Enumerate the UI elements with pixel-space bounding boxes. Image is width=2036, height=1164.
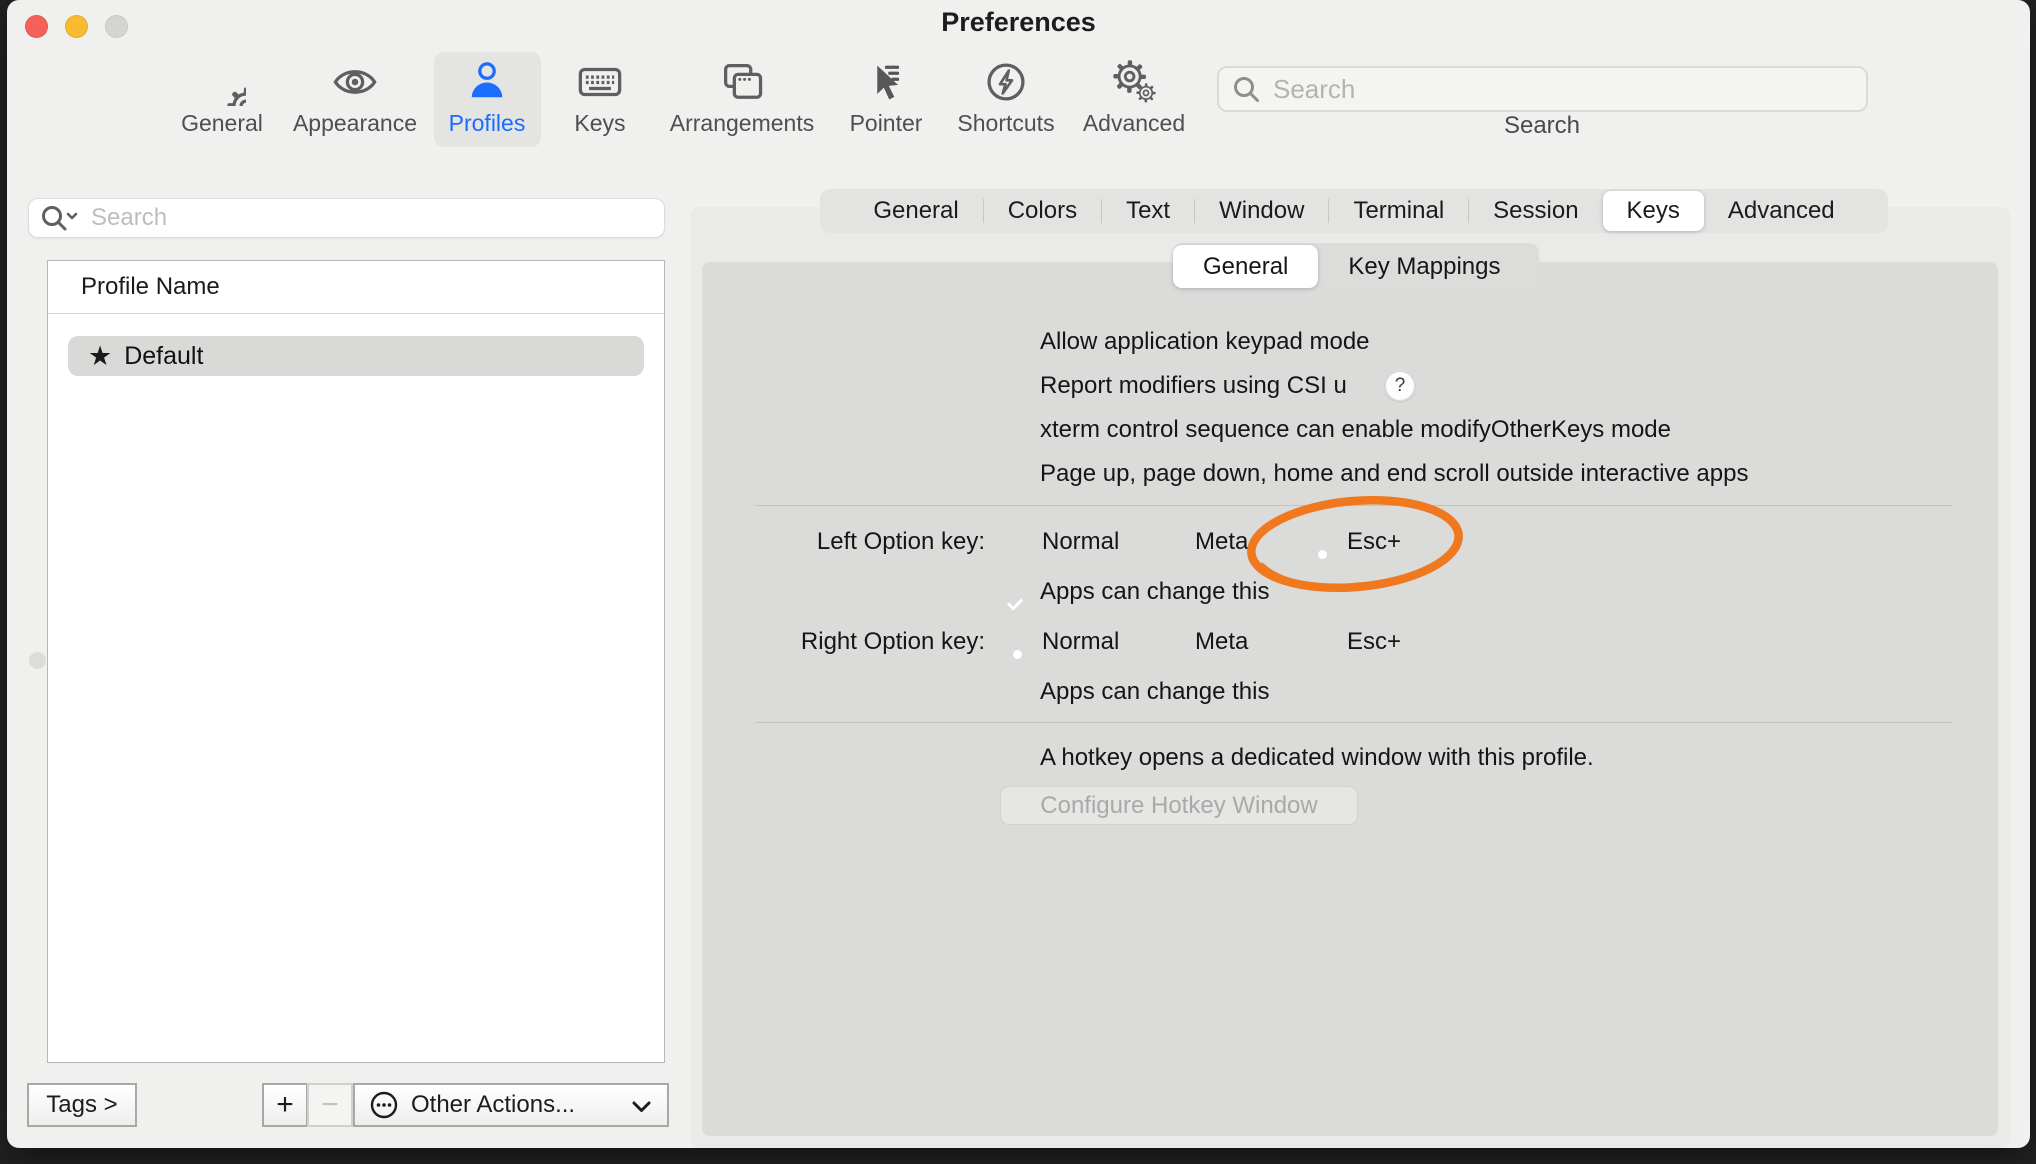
preferences-window: Preferences General Appearance Profiles: [7, 0, 2030, 1148]
option-label: Apps can change this: [1040, 678, 1270, 706]
profile-name: Default: [124, 342, 203, 371]
tab-terminal[interactable]: Terminal: [1329, 191, 1468, 231]
left-option-key-row: Left Option key: Normal Meta Esc+: [702, 525, 1998, 559]
toolbar-item-label: Advanced: [1054, 110, 1214, 137]
option-row[interactable]: Report modifiers using CSI u ?: [702, 369, 1998, 403]
subtab-general[interactable]: General: [1173, 245, 1318, 288]
eye-icon: [331, 58, 379, 106]
right-option-key-row: Right Option key: Normal Meta Esc+: [702, 625, 1998, 659]
toolbar-item-keys[interactable]: Keys: [520, 52, 680, 148]
bolt-icon: [982, 58, 1030, 106]
help-button[interactable]: ?: [1385, 371, 1415, 401]
profile-row-default[interactable]: ★ Default: [68, 336, 644, 376]
option-label: Apps can change this: [1040, 578, 1270, 606]
other-actions-label: Other Actions...: [411, 1091, 575, 1119]
circle-ellipsis-icon: [369, 1090, 399, 1120]
tab-general[interactable]: General: [849, 191, 982, 231]
person-icon: [463, 58, 511, 106]
toolbar-item-label: Keys: [520, 110, 680, 137]
toolbar-item-advanced[interactable]: Advanced: [1054, 52, 1214, 148]
cursor-icon: [862, 58, 910, 106]
right-apps-row[interactable]: Apps can change this: [702, 675, 1998, 709]
radio-label: Normal: [1042, 628, 1119, 656]
separator: [755, 722, 1952, 723]
profile-list: Profile Name ★ Default: [47, 260, 665, 1063]
chevron-down-icon: [632, 1101, 651, 1113]
add-profile-button[interactable]: +: [262, 1083, 308, 1127]
gear-icon: [198, 58, 246, 106]
tab-window[interactable]: Window: [1195, 191, 1328, 231]
option-row[interactable]: xterm control sequence can enable modify…: [702, 413, 1998, 447]
toolbar-search-field[interactable]: [1217, 66, 1868, 112]
configure-hotkey-window-button: Configure Hotkey Window: [1000, 786, 1358, 825]
toolbar-item-arrangements[interactable]: Arrangements: [662, 52, 822, 148]
profile-search-input[interactable]: [89, 203, 664, 233]
tab-advanced[interactable]: Advanced: [1704, 191, 1859, 231]
tab-keys[interactable]: Keys: [1603, 191, 1704, 231]
radio-label: Meta: [1195, 628, 1248, 656]
option-row[interactable]: Page up, page down, home and end scroll …: [702, 457, 1998, 491]
toolbar-search-label: Search: [1392, 112, 1692, 140]
keys-subtab-bar: General Key Mappings: [1173, 243, 1539, 290]
tags-button[interactable]: Tags >: [27, 1083, 137, 1127]
radio-label: Normal: [1042, 528, 1119, 556]
profile-tab-bar: General Colors Text Window Terminal Sess…: [820, 189, 1888, 233]
profile-search-field[interactable]: [28, 198, 665, 238]
windows-icon: [718, 58, 766, 106]
search-menu-icon: [39, 203, 81, 233]
option-label: Allow application keypad mode: [1040, 328, 1370, 356]
left-apps-row[interactable]: Apps can change this: [702, 575, 1998, 609]
pane-resize-dot: [29, 652, 46, 669]
remove-profile-button: −: [307, 1083, 353, 1127]
star-icon: ★: [88, 336, 112, 376]
radio-label: Meta: [1195, 528, 1248, 556]
tab-session[interactable]: Session: [1469, 191, 1602, 231]
keyboard-icon: [576, 58, 624, 106]
option-label: A hotkey opens a dedicated window with t…: [1040, 744, 1594, 772]
tab-colors[interactable]: Colors: [984, 191, 1101, 231]
option-row[interactable]: Allow application keypad mode: [702, 325, 1998, 359]
left-option-key-label: Left Option key:: [702, 528, 985, 556]
keys-general-pane: Allow application keypad mode Report mod…: [702, 262, 1998, 1136]
hotkey-row[interactable]: A hotkey opens a dedicated window with t…: [702, 741, 1998, 775]
subtab-key-mappings[interactable]: Key Mappings: [1318, 245, 1530, 288]
separator: [755, 505, 1952, 506]
search-icon: [1231, 74, 1261, 104]
right-option-key-label: Right Option key:: [702, 628, 985, 656]
window-title: Preferences: [7, 7, 2030, 38]
profile-list-header: Profile Name: [48, 261, 664, 314]
title-bar: Preferences: [7, 0, 2030, 48]
tab-text[interactable]: Text: [1102, 191, 1194, 231]
gears-icon: [1110, 58, 1158, 106]
option-label: Page up, page down, home and end scroll …: [1040, 460, 1748, 488]
radio-label: Esc+: [1347, 528, 1401, 556]
other-actions-dropdown[interactable]: Other Actions...: [353, 1083, 669, 1127]
toolbar-item-label: Arrangements: [662, 110, 822, 137]
option-label: xterm control sequence can enable modify…: [1040, 416, 1671, 444]
option-label: Report modifiers using CSI u: [1040, 372, 1347, 400]
radio-label: Esc+: [1347, 628, 1401, 656]
toolbar-search-input[interactable]: [1271, 73, 1866, 106]
